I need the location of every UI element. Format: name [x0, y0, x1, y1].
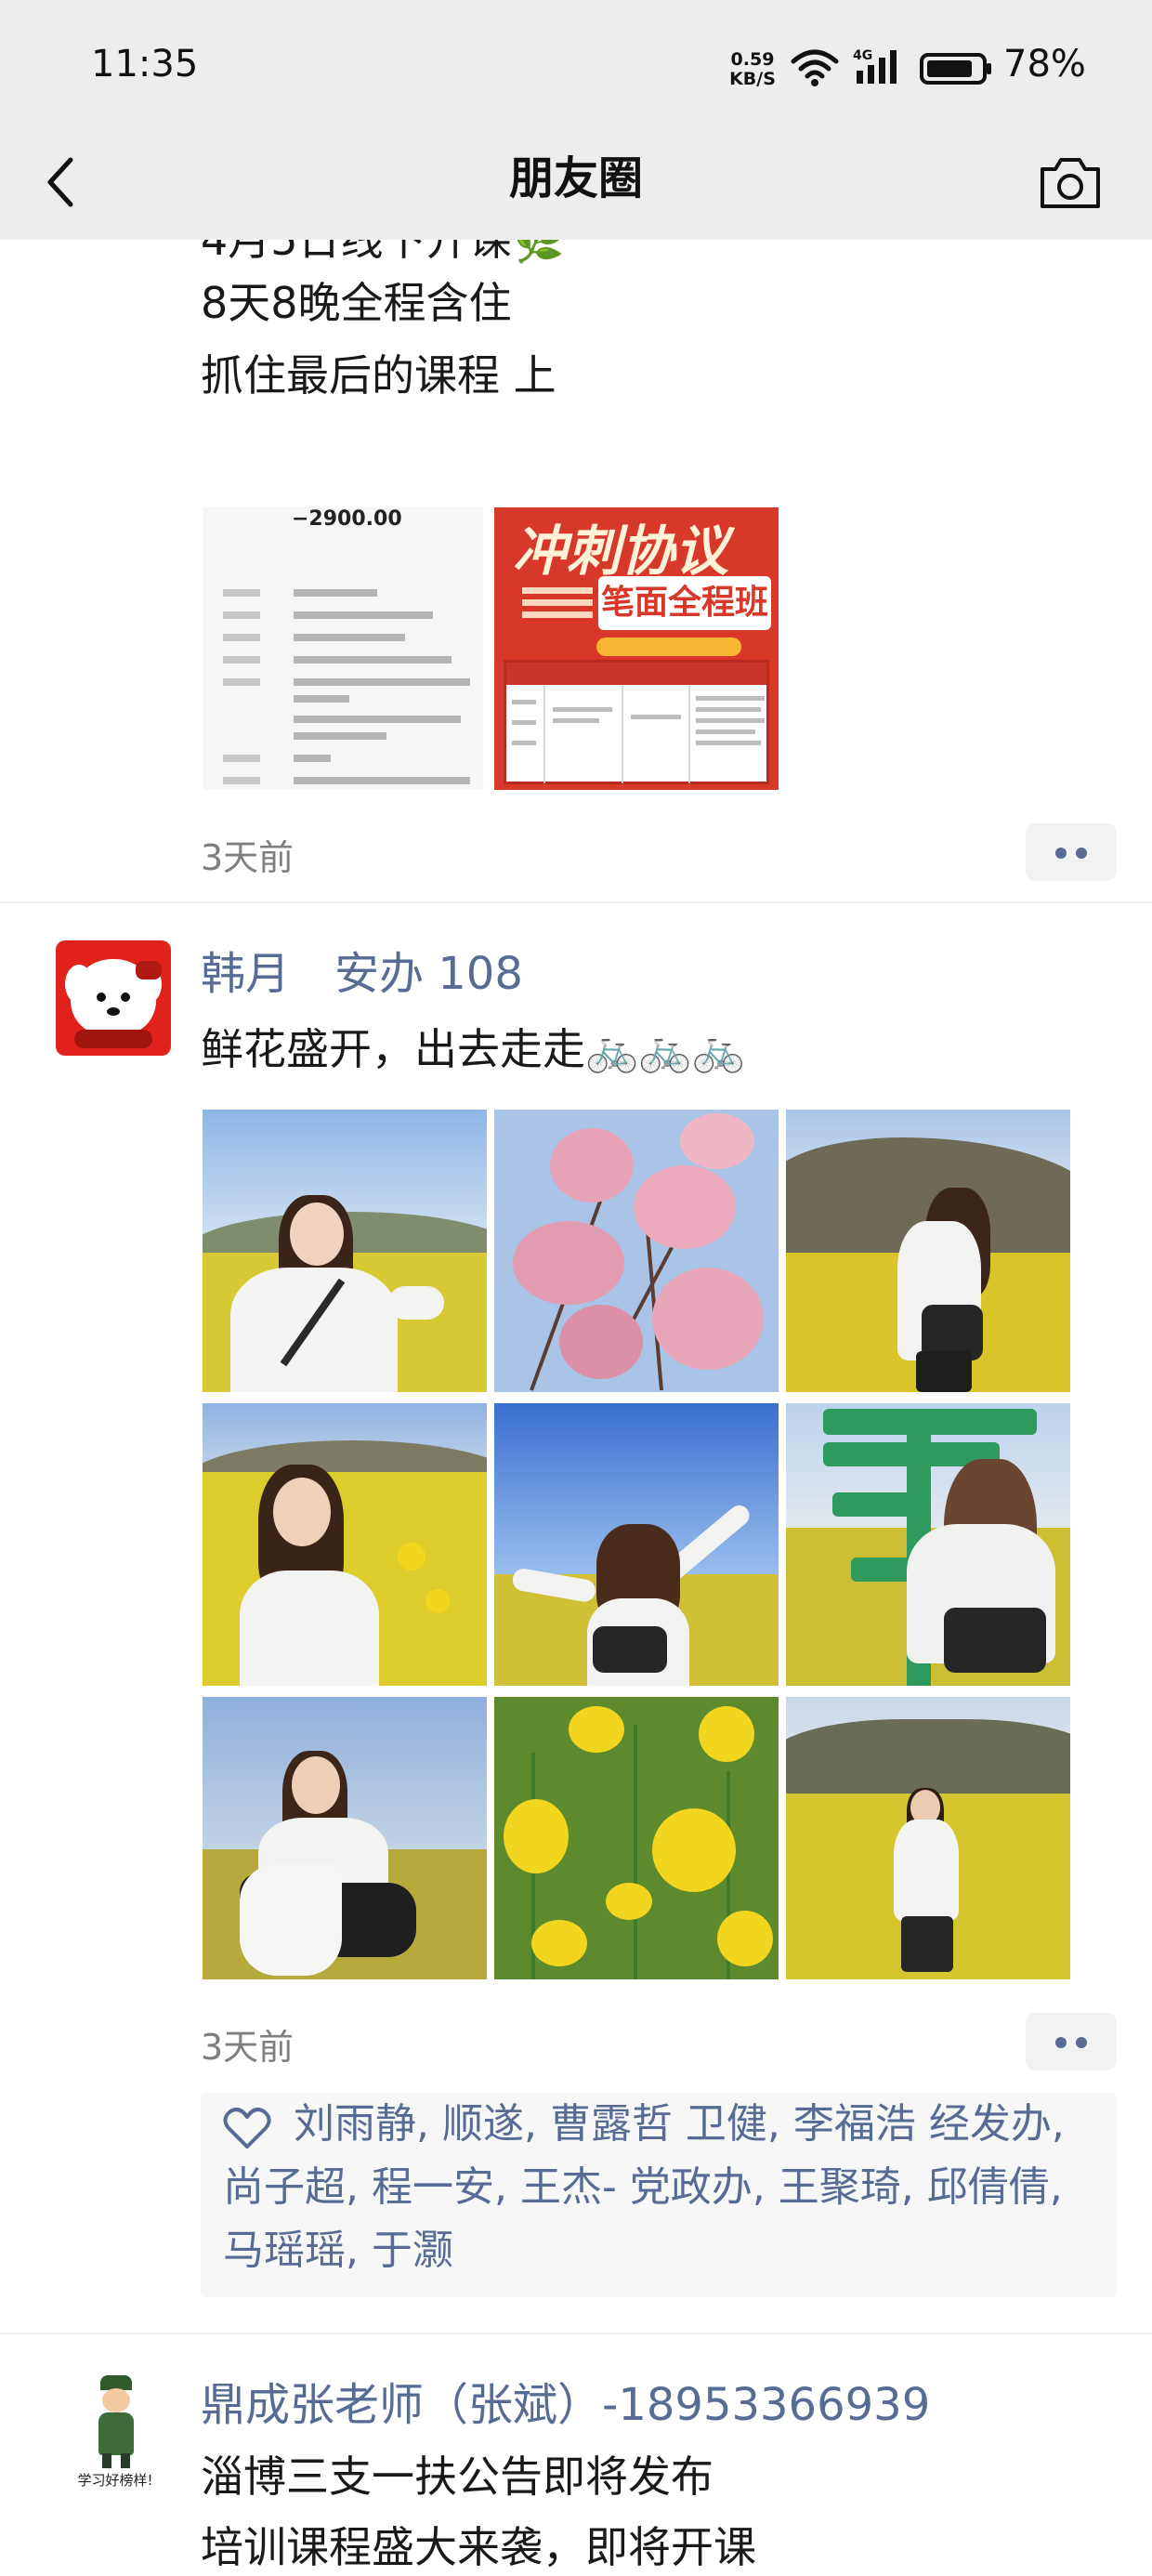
dot-icon — [1076, 848, 1087, 859]
likes-names[interactable]: 刘雨静, 顺遂, 曹露哲 卫健, 李福浩 经发办, 尚子超, 程一安, 王杰- … — [223, 2093, 1106, 2282]
post-divider — [0, 901, 1152, 903]
avatar[interactable] — [56, 940, 171, 1056]
post1-timestamp: 3天前 — [201, 837, 295, 878]
avatar[interactable]: 学习好榜样! — [58, 2373, 173, 2489]
post3-text-line: 淄博三支一扶公告即将发布 — [201, 2451, 713, 2502]
net-speed-unit: KB/S — [729, 69, 776, 89]
post2-photo[interactable] — [203, 1110, 487, 1392]
post2-photo[interactable] — [203, 1697, 487, 1979]
camera-icon[interactable] — [1037, 152, 1104, 214]
post2-photo[interactable] — [494, 1110, 779, 1392]
page-title: 朋友圈 — [508, 152, 643, 204]
post1-text-line: 抓住最后的课程 上 — [201, 350, 556, 401]
battery-icon — [920, 53, 991, 85]
post2-photo[interactable] — [203, 1403, 487, 1686]
net-speed: 0.59 KB/S — [725, 50, 780, 89]
cellular-signal-icon: 4G — [853, 48, 897, 84]
wifi-icon — [791, 49, 839, 86]
dot-icon — [1055, 848, 1067, 859]
receipt-amount: −2900.00 — [292, 507, 402, 531]
net-speed-value: 0.59 — [730, 49, 775, 70]
dot-icon — [1055, 2037, 1067, 2048]
post2-photo[interactable] — [786, 1110, 1070, 1392]
post1-more-button[interactable] — [1026, 823, 1117, 881]
post2-author[interactable]: 韩月 安办 108 — [201, 944, 523, 1004]
post2-timestamp: 3天前 — [201, 2027, 295, 2068]
post2-more-button[interactable] — [1026, 2013, 1117, 2070]
avatar-caption: 学习好榜样! — [77, 2472, 153, 2489]
status-bar: 11:35 0.59 KB/S 4G 78% — [0, 0, 1152, 139]
poster-title: 冲刺协议 — [513, 519, 729, 583]
post1-image-poster[interactable]: 冲刺协议 笔面全程班 — [494, 507, 779, 790]
svg-text:4G: 4G — [853, 48, 872, 63]
top-bar: 11:35 0.59 KB/S 4G 78% 朋友圈 — [0, 0, 1152, 240]
post1-image-receipt[interactable]: −2900.00 — [203, 507, 483, 790]
poster-banner: 笔面全程班 — [598, 576, 771, 630]
battery-percent: 78% — [1003, 43, 1086, 85]
nav-bar: 朋友圈 — [0, 130, 1152, 240]
post2-photo[interactable] — [494, 1403, 779, 1686]
post2-text: 鲜花盛开，出去走走🚲🚲🚲 — [201, 1024, 745, 1074]
post2-photo[interactable] — [786, 1697, 1070, 1979]
likes-panel: 刘雨静, 顺遂, 曹露哲 卫健, 李福浩 经发办, 尚子超, 程一安, 王杰- … — [201, 2093, 1117, 2297]
post2-photo[interactable] — [494, 1697, 779, 1979]
post3-text-line: 培训课程盛大来袭，即将开课 — [201, 2522, 756, 2572]
post-divider — [0, 2333, 1152, 2334]
post2-photo[interactable] — [786, 1403, 1070, 1686]
post1-text-line: 8天8晚全程含住 — [201, 278, 512, 328]
post3-author[interactable]: 鼎成张老师（张斌）-18953366939 — [201, 2375, 930, 2435]
status-time: 11:35 — [91, 43, 199, 85]
dot-icon — [1076, 2037, 1087, 2048]
